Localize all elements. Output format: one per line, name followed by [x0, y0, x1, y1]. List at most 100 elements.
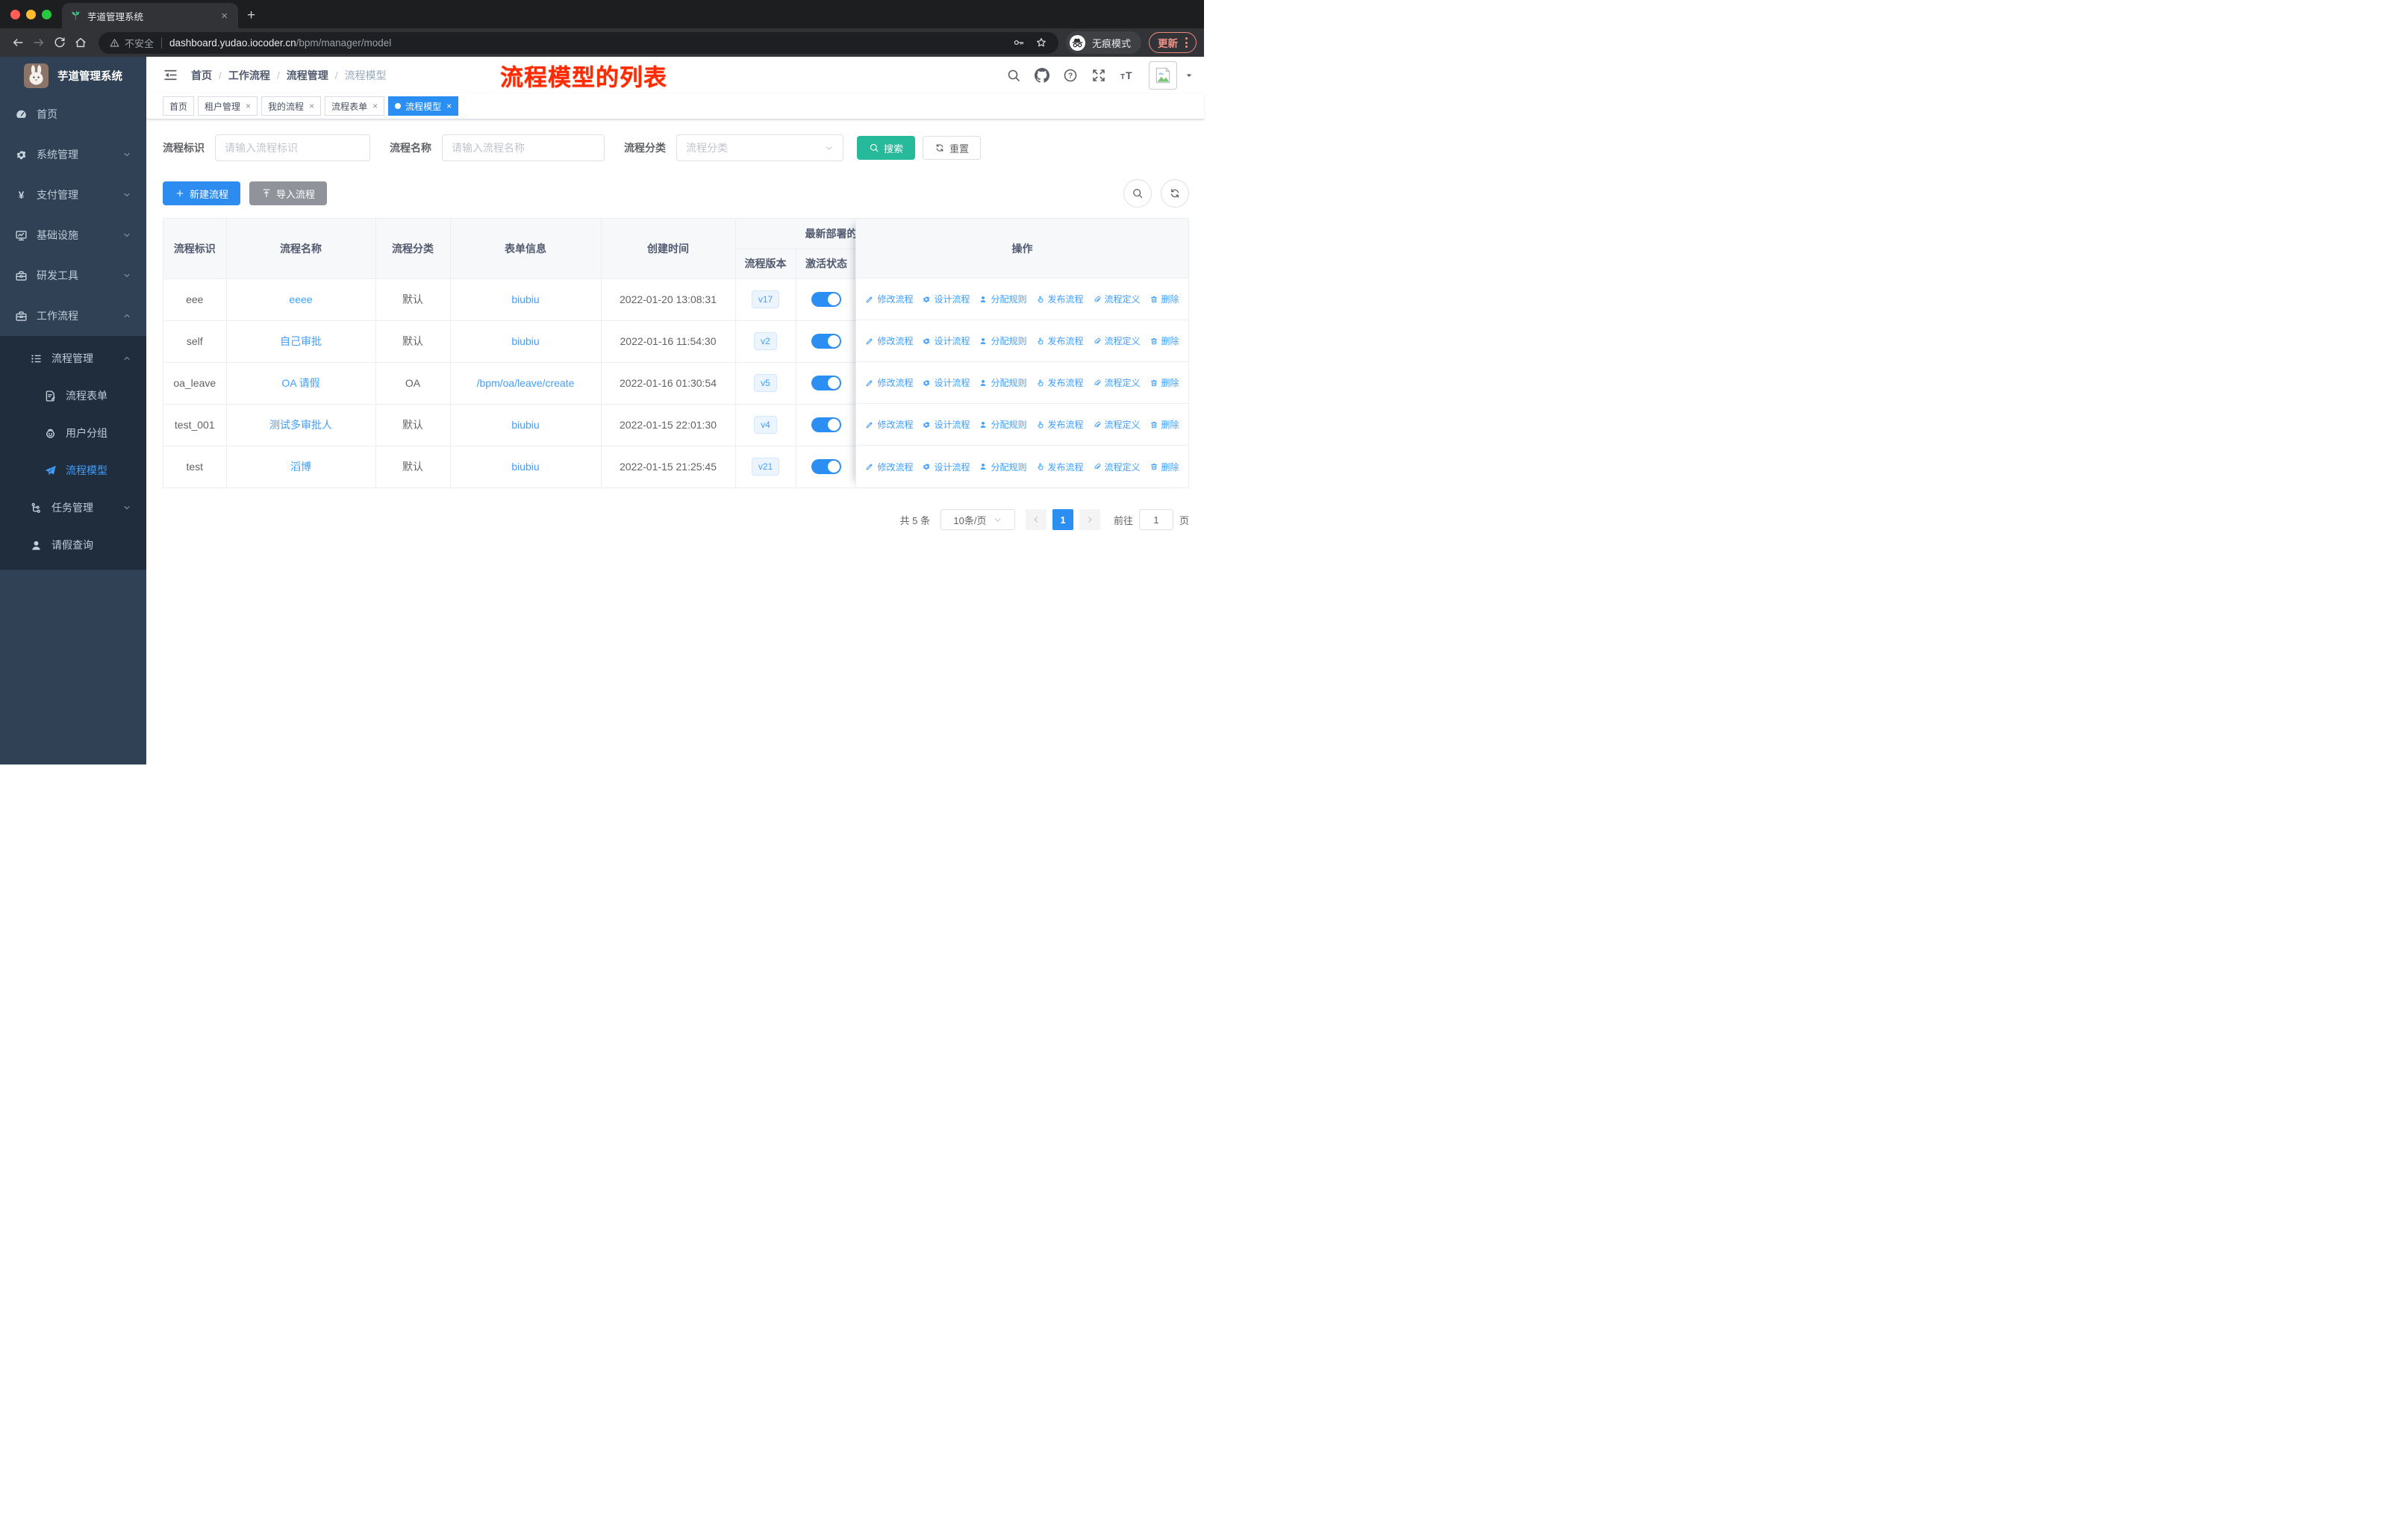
- close-window-button[interactable]: [10, 9, 20, 19]
- prev-page-button[interactable]: [1025, 509, 1047, 530]
- close-icon[interactable]: ×: [309, 101, 314, 111]
- sidebar-item-process-form[interactable]: 流程表单: [0, 377, 146, 414]
- action-publish-link[interactable]: 发布流程: [1036, 461, 1084, 473]
- collapse-sidebar-icon[interactable]: [163, 67, 178, 83]
- browser-tab[interactable]: 芋道管理系统 ×: [62, 3, 238, 28]
- action-delete-link[interactable]: 删除: [1150, 461, 1179, 473]
- action-edit-link[interactable]: 修改流程: [865, 376, 913, 389]
- version-badge[interactable]: v17: [751, 290, 780, 308]
- forward-icon[interactable]: [28, 32, 49, 53]
- sidebar-item-home[interactable]: 首页: [0, 94, 146, 134]
- action-edit-link[interactable]: 修改流程: [865, 334, 913, 347]
- process-id-input[interactable]: [215, 134, 370, 161]
- chrome-update-button[interactable]: 更新: [1149, 32, 1197, 53]
- back-icon[interactable]: [7, 32, 28, 53]
- minimize-window-button[interactable]: [26, 9, 36, 19]
- tag-process-form[interactable]: 流程表单 ×: [325, 96, 385, 116]
- url-text[interactable]: dashboard.yudao.iocoder.cn/bpm/manager/m…: [169, 37, 391, 49]
- sidebar-item-devtools[interactable]: 研发工具: [0, 255, 146, 296]
- form-info-link[interactable]: biubiu: [511, 419, 539, 431]
- process-category-select[interactable]: 流程分类: [676, 134, 843, 161]
- breadcrumb-process-management[interactable]: 流程管理: [287, 68, 328, 83]
- action-assign-link[interactable]: 分配规则: [979, 461, 1027, 473]
- process-name-link[interactable]: 自己审批: [280, 335, 322, 347]
- zoom-window-button[interactable]: [42, 9, 52, 19]
- password-key-icon[interactable]: [1013, 37, 1025, 49]
- form-info-link[interactable]: biubiu: [511, 293, 539, 305]
- active-toggle[interactable]: [811, 459, 841, 475]
- breadcrumb-home[interactable]: 首页: [191, 68, 212, 83]
- home-icon[interactable]: [70, 32, 91, 53]
- import-process-button[interactable]: 导入流程: [249, 181, 328, 205]
- action-publish-link[interactable]: 发布流程: [1036, 334, 1084, 347]
- font-size-icon[interactable]: TT: [1114, 63, 1139, 87]
- address-bar[interactable]: 不安全 dashboard.yudao.iocoder.cn/bpm/manag…: [99, 31, 1058, 54]
- form-info-link[interactable]: /bpm/oa/leave/create: [477, 377, 575, 389]
- toggle-search-button[interactable]: [1123, 179, 1152, 208]
- page-size-select[interactable]: 10条/页: [940, 509, 1015, 530]
- process-name-link[interactable]: OA 请假: [281, 377, 319, 389]
- app-logo[interactable]: 芋道管理系统: [0, 57, 146, 94]
- action-edit-link[interactable]: 修改流程: [865, 293, 913, 305]
- action-design-link[interactable]: 设计流程: [922, 334, 970, 347]
- refresh-table-button[interactable]: [1161, 179, 1189, 208]
- avatar[interactable]: [1149, 60, 1177, 90]
- action-delete-link[interactable]: 删除: [1150, 418, 1179, 431]
- search-icon[interactable]: [1001, 63, 1026, 87]
- reload-icon[interactable]: [49, 32, 70, 53]
- version-badge[interactable]: v5: [754, 374, 777, 392]
- action-design-link[interactable]: 设计流程: [922, 461, 970, 473]
- action-edit-link[interactable]: 修改流程: [865, 418, 913, 431]
- action-definition-link[interactable]: 流程定义: [1093, 376, 1141, 389]
- action-edit-link[interactable]: 修改流程: [865, 461, 913, 473]
- sidebar-item-system[interactable]: 系统管理: [0, 134, 146, 175]
- version-badge[interactable]: v4: [754, 416, 777, 434]
- caret-down-icon[interactable]: [1185, 71, 1194, 80]
- action-publish-link[interactable]: 发布流程: [1036, 293, 1084, 305]
- sidebar-item-payment[interactable]: ¥ 支付管理: [0, 175, 146, 215]
- action-design-link[interactable]: 设计流程: [922, 376, 970, 389]
- action-delete-link[interactable]: 删除: [1150, 293, 1179, 305]
- action-publish-link[interactable]: 发布流程: [1036, 418, 1084, 431]
- tab-close-icon[interactable]: ×: [218, 9, 231, 23]
- sidebar-item-process-model[interactable]: 流程模型: [0, 452, 146, 489]
- breadcrumb-workflow[interactable]: 工作流程: [228, 68, 270, 83]
- sidebar-item-task-management[interactable]: 任务管理: [0, 489, 146, 526]
- action-definition-link[interactable]: 流程定义: [1093, 461, 1141, 473]
- process-name-link[interactable]: eeee: [289, 293, 312, 305]
- sidebar-item-leave-query[interactable]: 请假查询: [0, 526, 146, 564]
- search-button[interactable]: 搜索: [857, 136, 916, 160]
- reset-button[interactable]: 重置: [923, 136, 982, 160]
- browser-menu-icon[interactable]: [1185, 37, 1188, 48]
- close-icon[interactable]: ×: [372, 101, 378, 111]
- goto-page-input[interactable]: [1138, 509, 1173, 530]
- close-icon[interactable]: ×: [246, 101, 251, 111]
- active-toggle[interactable]: [811, 417, 841, 432]
- action-publish-link[interactable]: 发布流程: [1036, 376, 1084, 389]
- action-assign-link[interactable]: 分配规则: [979, 376, 1027, 389]
- version-badge[interactable]: v2: [754, 332, 777, 350]
- not-secure-label[interactable]: 不安全: [125, 36, 154, 50]
- next-page-button[interactable]: [1079, 509, 1100, 530]
- version-badge[interactable]: v21: [751, 458, 780, 476]
- action-design-link[interactable]: 设计流程: [922, 293, 970, 305]
- close-icon[interactable]: ×: [446, 101, 452, 111]
- active-toggle[interactable]: [811, 376, 841, 390]
- tag-my-process[interactable]: 我的流程 ×: [261, 96, 322, 116]
- sidebar-item-process-management[interactable]: 流程管理: [0, 340, 146, 377]
- tag-home[interactable]: 首页: [163, 96, 195, 116]
- action-assign-link[interactable]: 分配规则: [979, 334, 1027, 347]
- form-info-link[interactable]: biubiu: [511, 335, 539, 347]
- action-design-link[interactable]: 设计流程: [922, 418, 970, 431]
- bookmark-star-icon[interactable]: [1035, 37, 1047, 49]
- help-icon[interactable]: ?: [1058, 63, 1082, 87]
- create-process-button[interactable]: 新建流程: [163, 181, 241, 205]
- action-definition-link[interactable]: 流程定义: [1093, 293, 1141, 305]
- sidebar-item-infra[interactable]: 基础设施: [0, 215, 146, 255]
- new-tab-button[interactable]: +: [247, 7, 255, 24]
- tag-process-model-active[interactable]: 流程模型 ×: [388, 96, 459, 116]
- action-delete-link[interactable]: 删除: [1150, 376, 1179, 389]
- action-definition-link[interactable]: 流程定义: [1093, 418, 1141, 431]
- action-assign-link[interactable]: 分配规则: [979, 293, 1027, 305]
- github-icon[interactable]: [1029, 63, 1054, 87]
